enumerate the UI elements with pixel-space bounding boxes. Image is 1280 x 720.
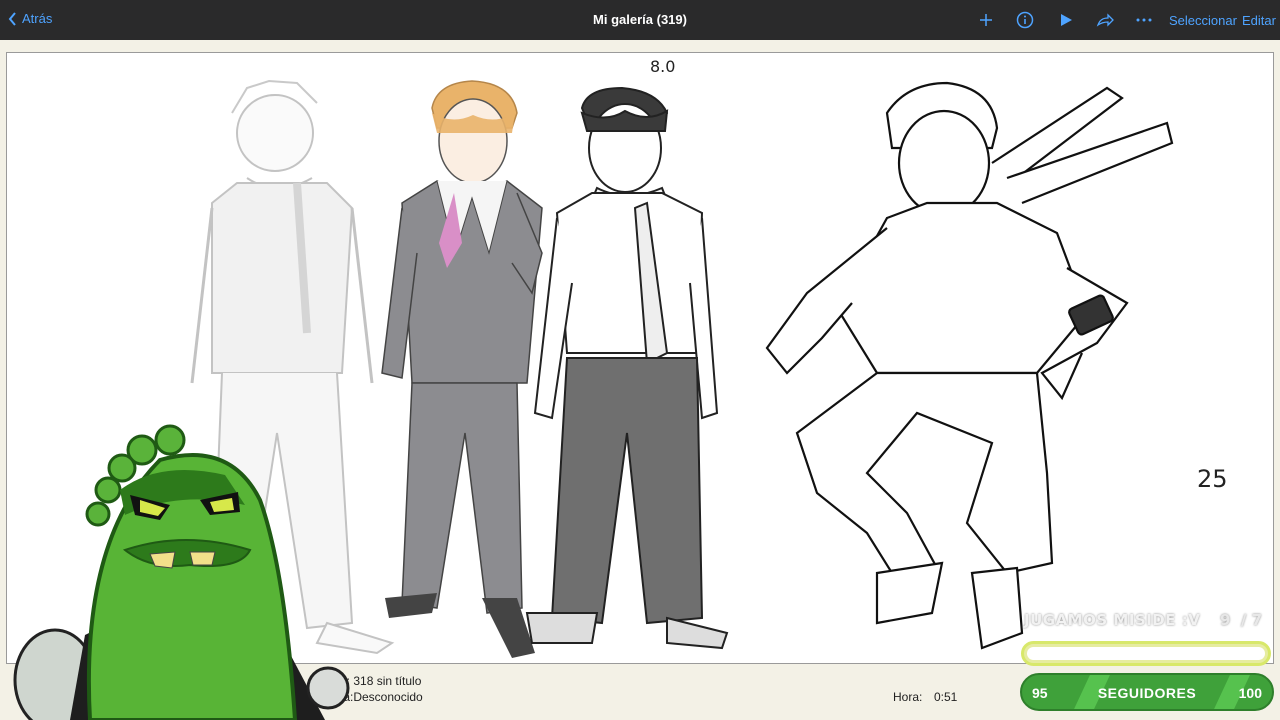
stream-title: JUGAMOS MISIDE :V: [1024, 611, 1201, 629]
play-icon[interactable]: [1056, 10, 1076, 30]
time-label: Hora:: [893, 690, 923, 704]
plus-icon[interactable]: [976, 10, 996, 30]
sketch-annotation-right: 25: [1197, 465, 1228, 493]
suit-character-figure: [381, 80, 543, 658]
chevron-left-icon: [8, 11, 16, 26]
sketch-annotation-top: 8.0: [650, 57, 676, 76]
back-label: Atrás: [22, 11, 53, 26]
counter-total: / 7: [1240, 611, 1263, 629]
followers-goal-value: 100: [1238, 685, 1262, 701]
scarf-character-figure: [525, 86, 729, 650]
select-button[interactable]: Seleccionar: [1169, 13, 1237, 28]
gallery-title: Mi galería (319): [593, 12, 687, 27]
followers-label: SEGUIDORES: [1097, 685, 1197, 701]
jumping-character-sketch: [765, 81, 1174, 650]
stream-counter: 9 / 7: [1220, 611, 1262, 629]
info-icon[interactable]: [1015, 10, 1035, 30]
edit-button[interactable]: Editar: [1242, 13, 1276, 28]
streamer-avatar: [13, 424, 350, 720]
share-icon[interactable]: [1095, 10, 1115, 30]
followers-goal-bar: 95 SEGUIDORES 100: [1020, 673, 1274, 711]
counter-current: 9: [1220, 611, 1231, 629]
more-icon[interactable]: [1134, 10, 1154, 30]
top-toolbar: Atrás Mi galería (319) Seleccionar Edita…: [0, 0, 1280, 40]
back-button[interactable]: Atrás: [8, 11, 52, 26]
time-value: 0:51: [934, 690, 958, 704]
stream-progress-bar: [1021, 641, 1271, 666]
